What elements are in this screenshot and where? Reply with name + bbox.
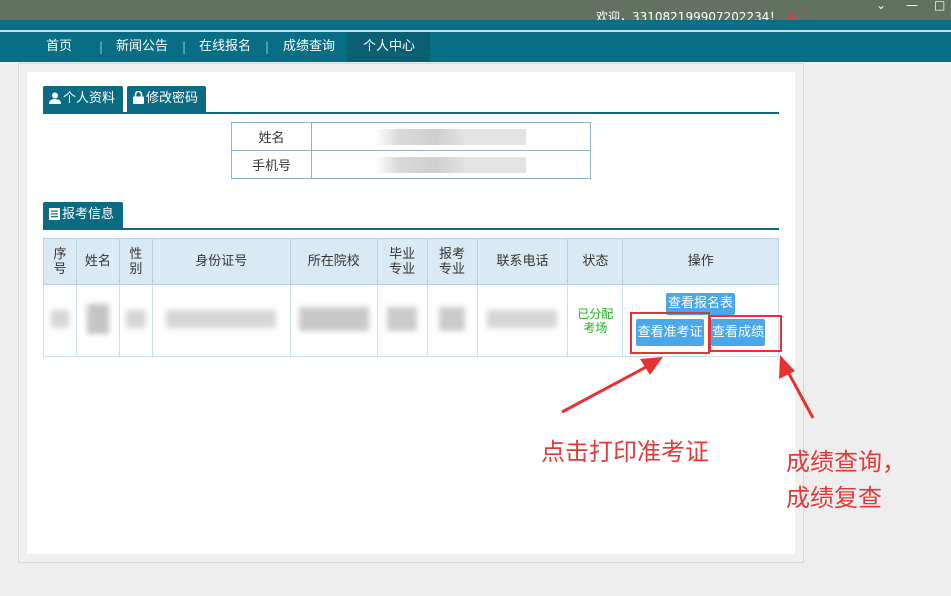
annotation-score-line2: 成绩复查 — [786, 484, 882, 512]
annotation-score-line1: 成绩查询， — [786, 448, 906, 476]
arrow-to-score — [779, 355, 815, 419]
annotation-print-ticket: 点击打印准考证 — [541, 438, 709, 466]
arrow-to-ticket — [561, 357, 663, 414]
